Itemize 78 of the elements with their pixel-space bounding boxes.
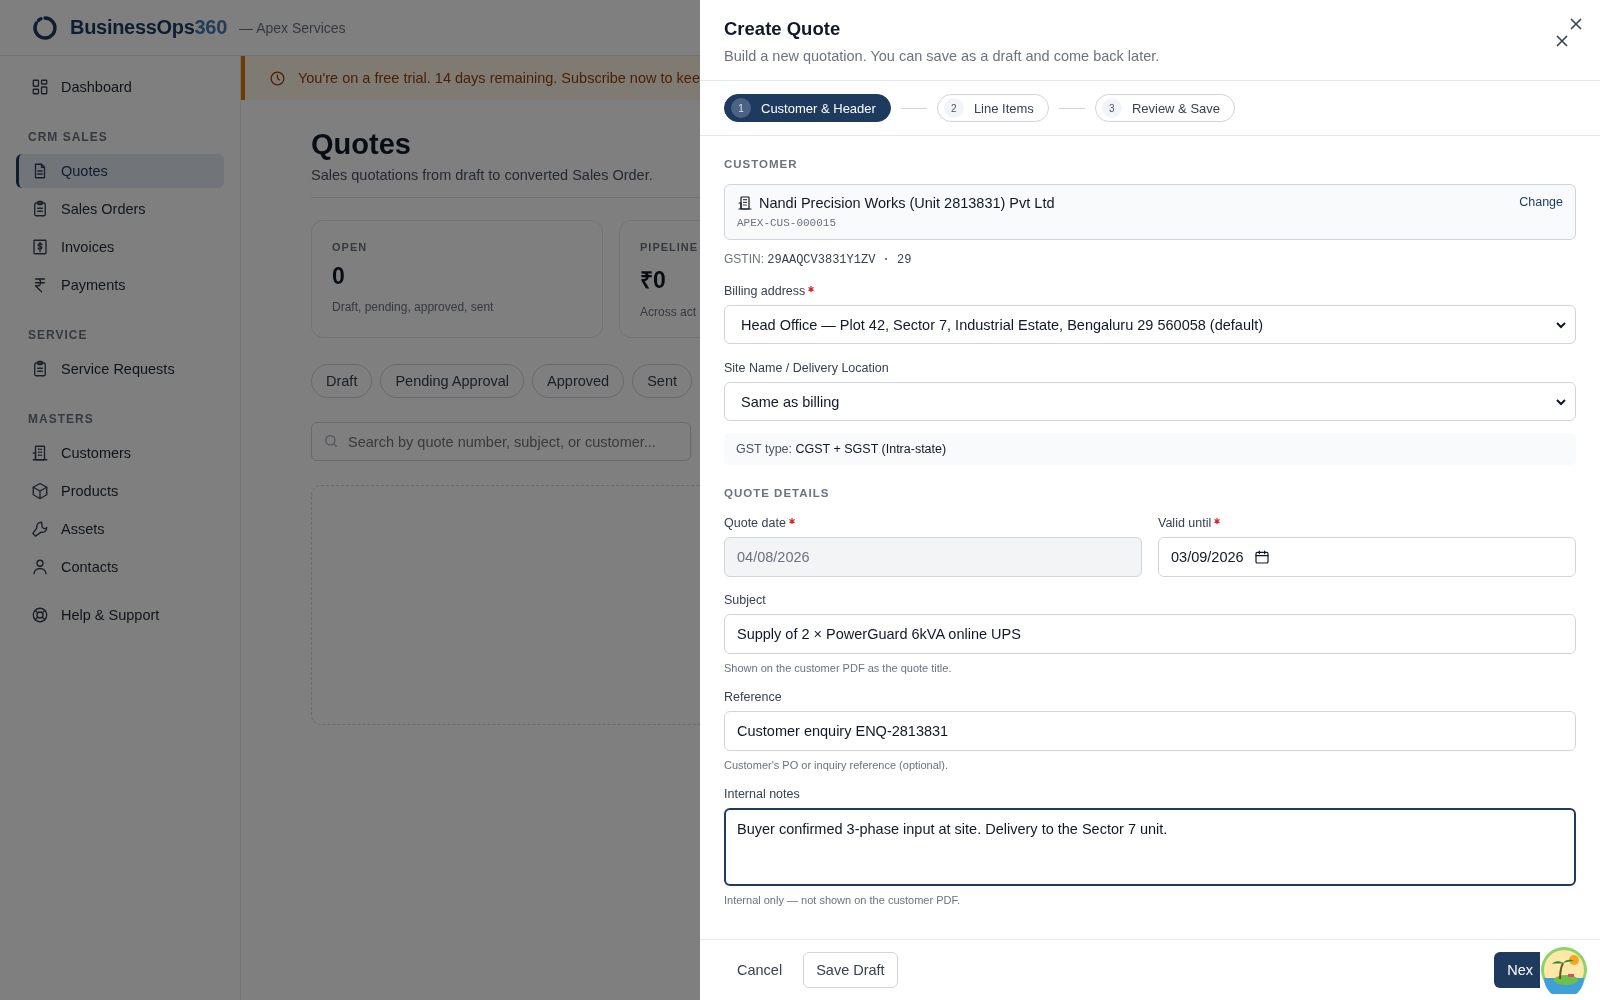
text-field[interactable]: Customer enquiry ENQ-2813831	[724, 711, 1576, 751]
filter-chip[interactable]: Draft	[311, 364, 373, 398]
save-draft-button[interactable]: Save Draft	[803, 952, 898, 988]
clock-icon	[269, 69, 286, 87]
wrench-icon	[31, 520, 49, 538]
select-field[interactable]: Same as billing	[724, 382, 1576, 421]
field-label: Valid until	[1158, 516, 1212, 530]
close-icon[interactable]	[1569, 17, 1583, 31]
lifebuoy-icon	[31, 606, 49, 624]
select-field[interactable]: Head Office — Plot 42, Sector 7, Industrial Estate, Bengaluru 29 560058 (default)	[724, 305, 1576, 344]
clipboard-icon	[31, 360, 49, 378]
section-heading: SERVICE	[27, 327, 89, 344]
customer-code: APEX-CUS-000015	[737, 217, 838, 229]
organization-name: — Apex Services	[239, 19, 346, 36]
building-icon	[737, 195, 753, 211]
page-subtitle: Sales quotations from draft to converted Sales Order.	[311, 167, 700, 198]
building-icon	[31, 444, 49, 462]
sidebar-item[interactable]: Help & Support	[16, 598, 224, 632]
step-tab[interactable]: 1 Customer & Header	[724, 94, 891, 122]
filter-chip[interactable]: Sent	[632, 364, 692, 398]
field-hint: Shown on the customer PDF as the quote title.	[724, 662, 953, 674]
sidebar-item[interactable]: Assets	[16, 512, 224, 546]
stat-note: Across act	[640, 305, 697, 319]
drawer-subtitle: Build a new quotation. You can save as a draft and come back later.	[724, 48, 1161, 64]
section-heading: QUOTE DETAILS	[724, 487, 831, 499]
sidebar-item[interactable]: Products	[16, 474, 224, 508]
stat-label: OPEN	[332, 241, 369, 253]
clipboard-icon	[31, 200, 49, 218]
page-title: Quotes	[311, 128, 412, 161]
sidebar-item[interactable]: Dashboard	[16, 70, 224, 104]
gstin-text: GSTIN: 29AAQCV3831Y1ZV · 29	[724, 252, 913, 267]
section-heading: CUSTOMER	[724, 158, 799, 170]
step-tab[interactable]: 2 Line Items	[936, 94, 1049, 122]
island-icon[interactable]	[1540, 946, 1588, 994]
sidebar-item[interactable]: Invoices	[16, 230, 224, 264]
stat-label: PIPELINE	[640, 241, 700, 253]
sidebar-item[interactable]: Contacts	[16, 550, 224, 584]
grid-icon	[31, 78, 49, 96]
filter-chip[interactable]: Pending Approval	[380, 364, 525, 398]
field-label: Subject	[724, 593, 766, 607]
date-field[interactable]: 03/09/2026	[1158, 537, 1576, 577]
search-icon	[323, 433, 339, 449]
field-label: Reference	[724, 690, 782, 704]
stat-value: 0	[332, 263, 346, 290]
box-icon	[31, 482, 49, 500]
dollar-document-icon	[31, 238, 49, 256]
sidebar-item[interactable]: Quotes	[16, 154, 224, 188]
step-tab[interactable]: 3 Review & Save	[1094, 94, 1236, 122]
gst-type-note: GST type: CGST + SGST (Intra-state)	[724, 433, 1576, 465]
search-field[interactable]: Search by quote number, subject, or customer...	[311, 422, 691, 461]
filter-chip[interactable]: Approved	[532, 364, 625, 398]
brand-name: BusinessOps360	[70, 16, 227, 39]
field-label: Billing address	[724, 284, 806, 298]
sidebar-item[interactable]: Service Requests	[16, 352, 224, 386]
text-field[interactable]: Supply of 2 × PowerGuard 6kVA online UPS	[724, 614, 1576, 654]
field-label: Site Name / Delivery Location	[724, 361, 889, 375]
drawer-title: Create Quote	[724, 18, 842, 40]
next-button[interactable]: Nex	[1494, 952, 1540, 988]
field-hint: Customer's PO or inquiry reference (optional).	[724, 759, 950, 771]
cancel-button[interactable]: Cancel	[724, 952, 796, 988]
change-link[interactable]: Change	[1519, 195, 1563, 229]
field-label: Internal notes	[724, 787, 800, 801]
field-label: Quote date	[724, 516, 786, 530]
stat-note: Draft, pending, approved, sent	[332, 300, 495, 314]
section-heading: CRM SALES	[27, 129, 109, 146]
sidebar-item[interactable]: Sales Orders	[16, 192, 224, 226]
sidebar-item[interactable]: Customers	[16, 436, 224, 470]
trial-message: You're on a free trial. 14 days remaining. Subscribe now to kee	[297, 70, 700, 86]
person-icon	[31, 558, 49, 576]
calendar-icon	[1253, 549, 1270, 565]
logo-icon	[32, 14, 58, 41]
customer-name: Nandi Precision Works (Unit 2813831) Pvt Ltd	[759, 195, 1055, 211]
close-icon[interactable]	[1555, 34, 1569, 48]
sidebar-item[interactable]: Payments	[16, 268, 224, 302]
stat-value: ₹0	[640, 266, 667, 295]
field-hint: Internal only — not shown on the customer PDF.	[724, 894, 961, 906]
section-heading: MASTERS	[27, 411, 95, 428]
notes-field[interactable]: Buyer confirmed 3-phase input at site. Delivery to the Sector 7 unit.	[724, 808, 1576, 886]
